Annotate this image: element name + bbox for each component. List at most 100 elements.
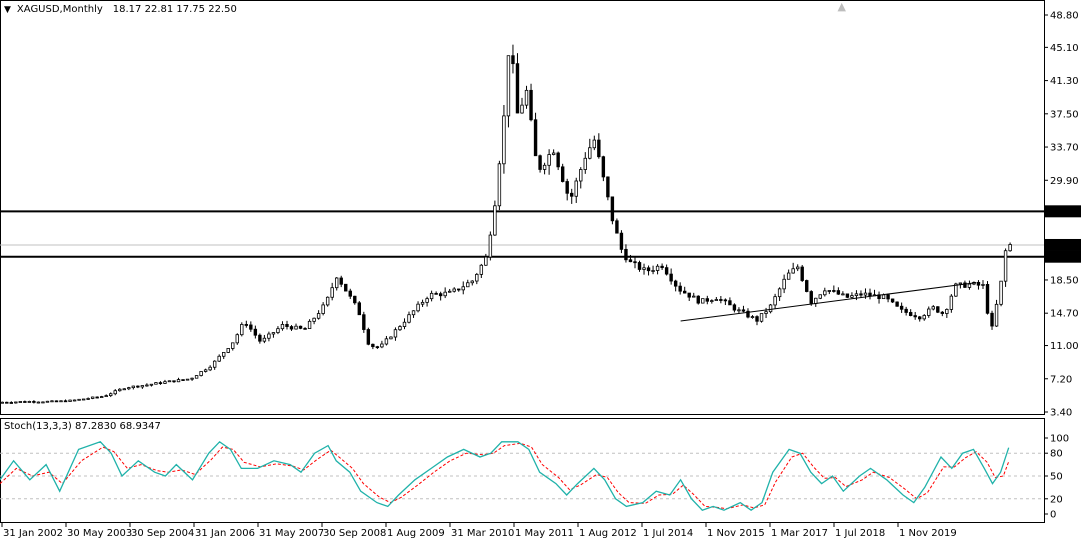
candle-body xyxy=(524,89,529,106)
candle xyxy=(768,303,773,314)
candle-body xyxy=(407,314,411,323)
candle-body xyxy=(719,299,723,301)
price-tick-label: 14.70 xyxy=(1050,309,1079,320)
candle-body xyxy=(886,294,890,300)
chart-header: ▼ XAGUSD,Monthly 18.17 22.81 17.75 22.50 xyxy=(4,4,237,15)
candle-body xyxy=(750,316,755,319)
candle-body xyxy=(768,304,773,313)
chart-root[interactable]: 48.8045.1041.3037.5033.7029.9026.1022.30… xyxy=(0,0,1082,542)
candle-body xyxy=(741,309,746,312)
candle xyxy=(800,264,804,282)
candle-body xyxy=(95,396,99,399)
time-tick-label: 31 Jan 2002 xyxy=(3,528,63,539)
candle-body xyxy=(850,295,854,298)
candle-body xyxy=(303,327,307,330)
triangle-down-icon[interactable]: ▼ xyxy=(4,5,11,15)
candle-body xyxy=(235,334,239,344)
candle-body xyxy=(651,270,655,272)
candle-body xyxy=(316,313,321,319)
candle-body xyxy=(312,317,316,322)
candle-body xyxy=(520,104,524,114)
candle-body xyxy=(936,306,940,313)
candle-body xyxy=(154,382,158,385)
candle-body xyxy=(597,139,601,158)
candle xyxy=(194,375,199,379)
candle-body xyxy=(294,325,298,330)
candle xyxy=(54,400,59,403)
candle-body xyxy=(452,288,456,292)
candle xyxy=(81,398,86,401)
stoch-tick-label: 50 xyxy=(1050,472,1063,483)
candle-body xyxy=(36,401,41,404)
candle-body xyxy=(23,401,27,403)
candle-body xyxy=(447,290,452,293)
candle-body xyxy=(348,290,352,297)
candle-body xyxy=(167,380,172,383)
candle-body xyxy=(330,287,334,298)
candle-body xyxy=(913,315,917,318)
candle-body xyxy=(692,295,696,298)
candle-body xyxy=(72,399,77,402)
candle-body xyxy=(136,385,140,388)
candle-body xyxy=(420,301,425,305)
candle-body xyxy=(633,261,637,264)
chart-canvas[interactable]: 48.8045.1041.3037.5033.7029.9026.1022.30… xyxy=(0,0,1082,542)
candle-body xyxy=(54,400,59,403)
candle-body xyxy=(859,293,863,296)
candle-body xyxy=(443,291,447,297)
candle-body xyxy=(809,291,813,304)
candle-body xyxy=(732,304,737,311)
candle-body xyxy=(791,268,795,274)
candle-body xyxy=(488,234,493,258)
candle-body xyxy=(194,375,199,379)
candle-body xyxy=(687,292,691,298)
candle-body xyxy=(560,166,565,182)
time-tick-label: 1 May 2011 xyxy=(515,528,574,539)
candle-body xyxy=(728,300,732,306)
candle xyxy=(226,348,230,354)
candle-body xyxy=(922,315,926,320)
candle-body xyxy=(533,119,538,157)
candle-body xyxy=(588,147,592,159)
candle-body xyxy=(438,293,443,297)
candle-body xyxy=(619,232,624,250)
candle-body xyxy=(863,292,868,296)
candle-body xyxy=(737,309,741,312)
scroll-marker-icon[interactable]: ▲ xyxy=(838,0,846,13)
candle-body xyxy=(515,63,520,114)
candle-body xyxy=(50,400,54,403)
stoch-tick-label: 0 xyxy=(1050,510,1056,521)
price-tick-label: 41.30 xyxy=(1050,76,1079,87)
candle-body xyxy=(479,264,484,275)
candle-body xyxy=(81,398,86,401)
time-tick-label: 1 Nov 2015 xyxy=(707,528,765,539)
candle-body xyxy=(958,282,963,285)
candle-body xyxy=(226,348,230,353)
candle xyxy=(344,283,348,292)
candle xyxy=(1003,248,1008,287)
candle-body xyxy=(212,360,217,368)
candle-body xyxy=(181,379,185,381)
candle-body xyxy=(425,298,429,303)
candle xyxy=(185,378,190,381)
candle-body xyxy=(710,300,714,302)
candle-body xyxy=(344,283,348,292)
price-tick-label: 37.50 xyxy=(1050,109,1079,120)
candle-body xyxy=(77,398,81,401)
candle-body xyxy=(755,316,759,322)
candle-body xyxy=(574,180,578,197)
candle-body xyxy=(949,295,954,310)
candle xyxy=(240,322,244,337)
candle-body xyxy=(814,297,818,304)
candle xyxy=(72,399,77,402)
candle-body xyxy=(714,299,719,301)
candle-body xyxy=(9,402,13,404)
candle-body xyxy=(827,290,832,292)
price-tick-label: 48.80 xyxy=(1050,11,1079,22)
price-tick-label: 11.00 xyxy=(1050,341,1079,352)
candle-body xyxy=(185,378,190,381)
candle xyxy=(936,306,940,314)
candle-body xyxy=(375,346,380,349)
candle-body xyxy=(845,293,850,298)
time-tick-label: 1 Mar 2017 xyxy=(771,528,828,539)
